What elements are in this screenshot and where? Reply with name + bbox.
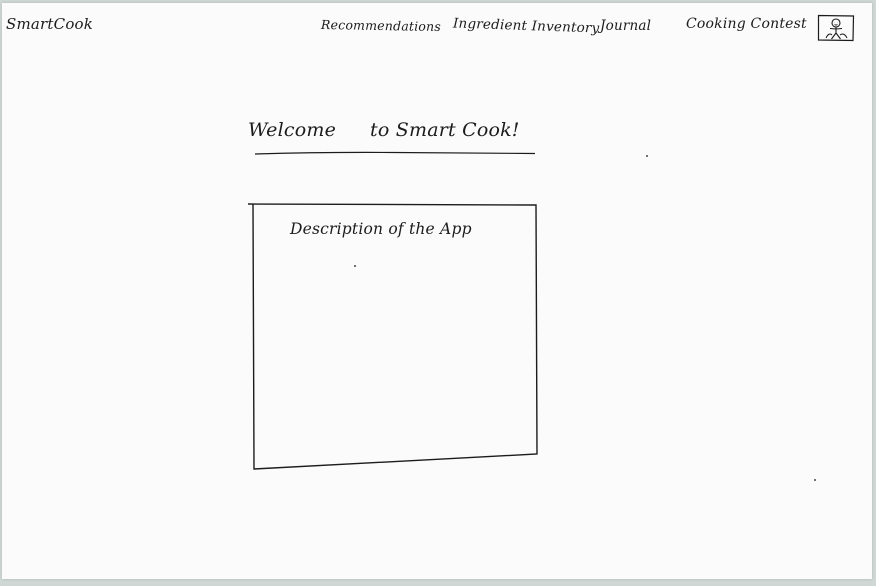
brand-logo[interactable]: SmartCook <box>6 15 93 33</box>
nav-item-journal[interactable]: Journal <box>600 18 651 34</box>
welcome-heading: Welcome to Smart Cook! <box>248 119 520 141</box>
nav-item-ingredient-inventory[interactable]: Ingredient Inventory <box>453 15 600 36</box>
pencil-mark <box>814 479 816 481</box>
sketch-page: SmartCook Recommendations Ingredient Inv… <box>2 3 872 579</box>
welcome-rest: to Smart Cook! <box>370 119 520 141</box>
app-description-box <box>247 203 538 470</box>
pencil-mark <box>646 155 648 157</box>
heading-underline <box>254 151 536 155</box>
welcome-word: Welcome <box>248 119 337 141</box>
pencil-mark <box>354 265 356 267</box>
app-description-title: Description of the App <box>290 220 472 238</box>
nav-item-cooking-contest[interactable]: Cooking Contest <box>686 16 807 32</box>
user-profile-icon <box>817 14 855 42</box>
nav-item-recommendations[interactable]: Recommendations <box>321 17 441 34</box>
profile-button[interactable] <box>817 14 855 42</box>
